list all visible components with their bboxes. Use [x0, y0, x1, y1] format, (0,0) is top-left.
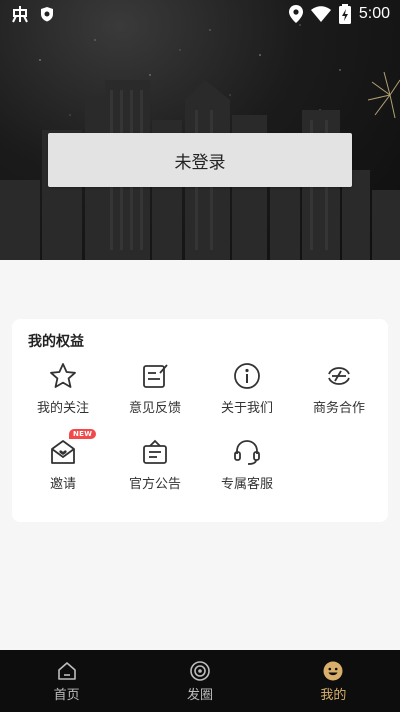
- benefit-item-label: 商务合作: [312, 401, 365, 416]
- benefit-item-business[interactable]: 商务合作: [293, 361, 385, 425]
- benefit-item-feedback[interactable]: 意见反馈: [109, 361, 201, 425]
- cooperation-icon: [328, 367, 350, 385]
- benefit-item-label: 我的关注: [36, 401, 89, 416]
- circle-icon: [190, 660, 210, 681]
- nav-item-home[interactable]: 首页: [0, 650, 133, 712]
- benefit-item-announcement[interactable]: 官方公告: [109, 437, 201, 501]
- clock: 5:00: [358, 5, 390, 22]
- feedback-icon: [143, 364, 168, 388]
- benefit-item-follow[interactable]: 我的关注: [17, 361, 109, 425]
- benefit-item-customer-service[interactable]: 专属客服: [201, 437, 293, 501]
- status-bar: 5:00: [0, 0, 400, 28]
- location-icon: [288, 5, 303, 23]
- benefit-item-label: 官方公告: [128, 477, 181, 492]
- bottom-navigation: 首页 发圈 我的: [0, 650, 400, 712]
- benefit-item-label: 意见反馈: [128, 401, 181, 416]
- shield-icon: [41, 7, 53, 22]
- battery-icon: [338, 4, 351, 24]
- nav-item-circle[interactable]: 发圈: [133, 650, 266, 712]
- benefit-item-label: 关于我们: [220, 401, 273, 416]
- benefit-item-label: 邀请: [49, 477, 76, 492]
- announcement-icon: [143, 439, 167, 464]
- login-button[interactable]: 未登录: [48, 133, 352, 187]
- star-icon: [50, 363, 76, 388]
- nav-item-mine[interactable]: 我的: [267, 650, 400, 712]
- benefit-item-invite[interactable]: NEW 邀请: [17, 429, 109, 501]
- app-logo-icon: [12, 6, 28, 23]
- nav-item-label: 发圈: [186, 687, 213, 703]
- profile-header: 5:00 未登录: [0, 0, 400, 260]
- invite-icon: [51, 440, 75, 464]
- nav-item-label: 首页: [53, 687, 80, 703]
- login-button-label: 未登录: [174, 152, 226, 173]
- headset-icon: [234, 440, 260, 465]
- smile-icon: [323, 661, 343, 680]
- nav-item-label: 我的: [320, 687, 347, 703]
- new-badge: NEW: [69, 429, 97, 439]
- info-icon: [234, 363, 260, 389]
- benefit-item-label: 专属客服: [220, 477, 273, 492]
- benefits-title: 我的权益: [28, 334, 84, 350]
- benefits-card: 我的权益 我的关注 意见反馈 关于我们 商务合作 NEW 邀请 官方公告 专属客…: [12, 319, 388, 522]
- benefit-item-about[interactable]: 关于我们: [201, 361, 293, 425]
- home-icon: [57, 661, 76, 680]
- wifi-icon: [310, 6, 331, 22]
